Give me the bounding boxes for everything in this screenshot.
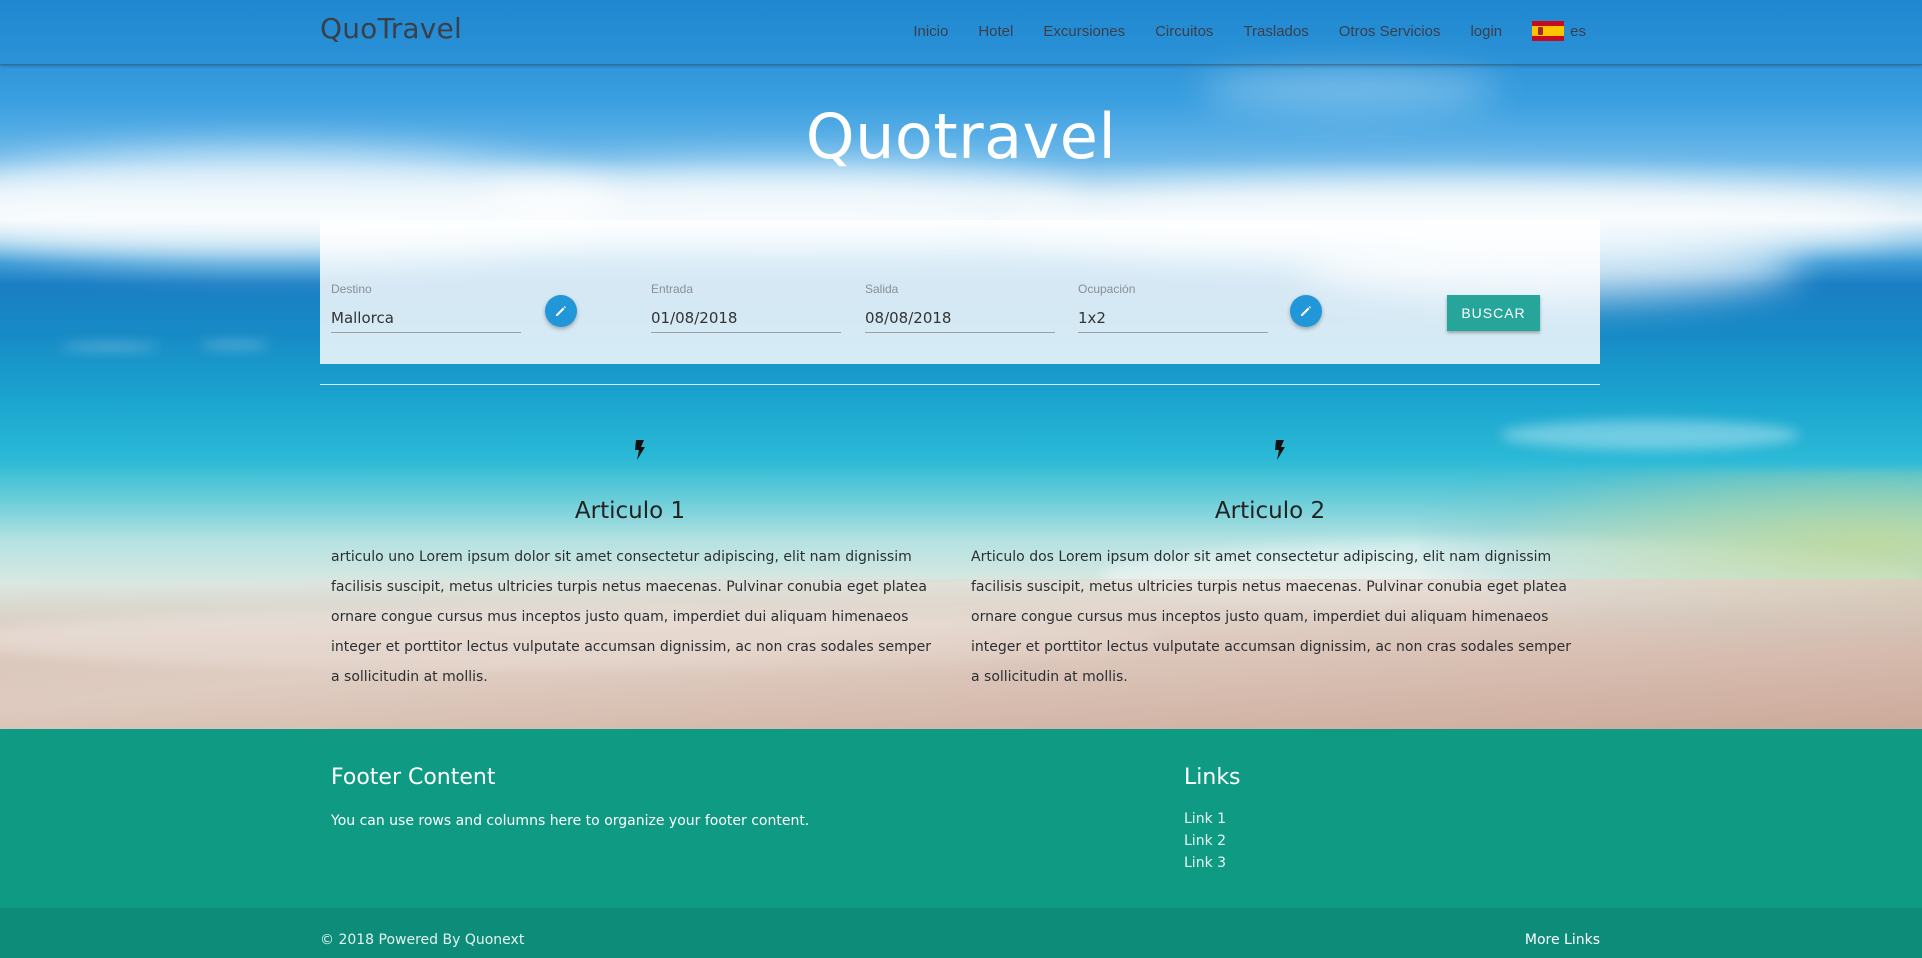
- nav-item-login[interactable]: login: [1470, 23, 1502, 40]
- destino-label: Destino: [331, 282, 372, 296]
- salida-input[interactable]: 08/08/2018: [865, 304, 1055, 333]
- entrada-input[interactable]: 01/08/2018: [651, 304, 841, 333]
- lightning-bolt-icon: [635, 440, 645, 460]
- more-links-link[interactable]: More Links: [1525, 932, 1600, 948]
- wave-crest: [200, 343, 270, 347]
- list-item: Link 3: [1184, 852, 1226, 874]
- wave-crest: [60, 345, 160, 349]
- footer-link-2[interactable]: Link 2: [1184, 833, 1226, 849]
- list-item: Link 1: [1184, 808, 1226, 830]
- navbar: QuoTravel Inicio Hotel Excursiones Circu…: [0, 0, 1922, 65]
- footer-link-1[interactable]: Link 1: [1184, 811, 1226, 827]
- ocupacion-input[interactable]: 1x2: [1078, 304, 1268, 333]
- entrada-label: Entrada: [651, 282, 694, 296]
- brand-logo[interactable]: QuoTravel: [320, 12, 462, 45]
- copyright-text: © 2018 Powered By Quonext: [320, 932, 525, 948]
- buscar-button[interactable]: BUSCAR: [1447, 295, 1540, 331]
- section-divider: [320, 384, 1600, 385]
- salida-field[interactable]: Salida 08/08/2018: [865, 282, 1055, 333]
- sand: [0, 579, 1922, 729]
- nav-item-hotel[interactable]: Hotel: [978, 23, 1013, 40]
- page-title: Quotravel: [805, 100, 1117, 173]
- article-body: articulo uno Lorem ipsum dolor sit amet …: [331, 549, 931, 685]
- spain-flag-icon: [1532, 21, 1565, 41]
- footer-copyright-bar: © 2018 Powered By Quonext More Links: [0, 908, 1922, 958]
- pencil-icon: [556, 306, 566, 316]
- entrada-field[interactable]: Entrada 01/08/2018: [651, 282, 841, 333]
- footer: Footer Content You can use rows and colu…: [0, 729, 1922, 958]
- destino-input[interactable]: Mallorca: [331, 304, 521, 333]
- edit-destino-button[interactable]: [545, 295, 577, 327]
- article-body: Articulo dos Lorem ipsum dolor sit amet …: [971, 549, 1571, 685]
- language-code: es: [1570, 22, 1586, 40]
- article-title: Articulo 1: [574, 498, 686, 524]
- ocupacion-field[interactable]: Ocupación 1x2: [1078, 282, 1268, 333]
- footer-heading: Footer Content: [331, 765, 496, 790]
- article-title: Articulo 2: [1214, 498, 1326, 524]
- salida-label: Salida: [865, 282, 899, 296]
- language-selector[interactable]: es: [1532, 21, 1586, 41]
- destino-field[interactable]: Destino Mallorca: [331, 282, 521, 333]
- list-item: Link 2: [1184, 830, 1226, 852]
- edit-ocupacion-button[interactable]: [1290, 295, 1322, 327]
- nav-item-inicio[interactable]: Inicio: [913, 23, 948, 40]
- nav-item-circuitos[interactable]: Circuitos: [1155, 23, 1213, 40]
- pencil-icon: [1301, 306, 1311, 316]
- ocupacion-label: Ocupación: [1078, 282, 1136, 296]
- footer-links-heading: Links: [1184, 765, 1241, 790]
- nav-item-excursiones[interactable]: Excursiones: [1043, 23, 1125, 40]
- nav-menu: Inicio Hotel Excursiones Circuitos Trasl…: [913, 21, 1586, 41]
- footer-link-3[interactable]: Link 3: [1184, 855, 1226, 871]
- search-panel: Destino Mallorca Entrada 01/08/2018 Sali…: [320, 220, 1600, 364]
- wave-crest: [1500, 420, 1800, 450]
- footer-links-list: Link 1 Link 2 Link 3: [1184, 808, 1226, 874]
- nav-item-otros-servicios[interactable]: Otros Servicios: [1339, 23, 1441, 40]
- lightning-bolt-icon: [1275, 440, 1285, 460]
- nav-item-traslados[interactable]: Traslados: [1243, 23, 1308, 40]
- footer-text: You can use rows and columns here to org…: [331, 813, 810, 829]
